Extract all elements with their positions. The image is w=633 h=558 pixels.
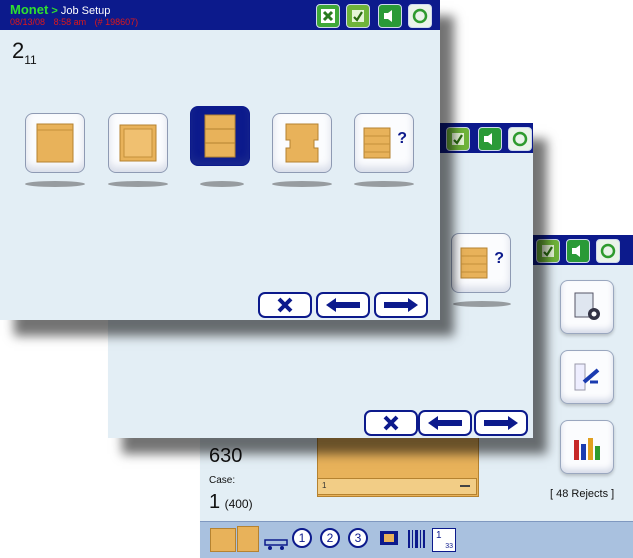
pallet-plain-icon [36,123,74,163]
case-thumbnail[interactable] [237,526,259,552]
close-icon [277,297,293,313]
pallet-slats-icon [204,114,236,158]
pallet-shadow [453,301,511,307]
layer-3-button[interactable]: 3 [348,528,370,550]
page-number: 2 [12,38,25,63]
conveyor-icon [264,539,288,550]
arrow-right-icon [484,416,518,430]
refresh-icon [512,131,528,147]
unknown-mark: ? [397,130,407,147]
speaker-icon [572,245,580,257]
door-arrow-icon [574,363,600,391]
conveyor-button[interactable] [264,528,288,550]
operator-ok-button[interactable] [446,127,470,151]
cancel-button[interactable] [258,292,312,318]
bar-chart-icon [574,438,600,460]
titlebar: Monet > Job Setup 08/13/08 8:58 am (# 19… [0,0,440,30]
document-gears-icon [574,292,600,320]
rejects-count: [ 48 Rejects ] [550,488,615,500]
arrow-right-icon [384,298,418,312]
app-brand-line: Monet > Job Setup [10,2,110,17]
operator-ok-icon [352,10,364,22]
pallet-framed-icon [119,124,157,162]
speaker-icon [384,10,392,22]
stop-button[interactable] [316,4,340,28]
arrow-left-icon [326,298,360,312]
next-button[interactable] [474,410,528,436]
case-value: 1 (400) [209,491,253,514]
speaker-button[interactable] [566,239,590,263]
pallet-shadow [25,181,85,187]
back-button[interactable] [418,410,472,436]
operator-button[interactable] [560,350,614,404]
fraction-bottom: 33 [445,543,453,550]
screen-title: Job Setup [60,5,111,17]
status-job: (# 198607) [94,17,139,27]
status-date: 08/13/08 [10,17,46,27]
count-value: 630 [209,445,243,467]
status-time: 8:58 am [53,17,87,27]
pallet-thumbnail[interactable] [210,528,236,552]
pallet-option-1[interactable] [25,113,85,173]
pallet-shadow [354,181,414,187]
operator-ok-button[interactable] [536,239,560,263]
close-icon [383,415,399,431]
layer-3-label: 3 [348,528,368,548]
layer-1-label: 1 [292,528,312,548]
next-button[interactable] [374,292,428,318]
fraction-top: 1 [436,530,442,541]
pallet-option-2[interactable] [108,113,168,173]
job-settings-button[interactable] [560,280,614,334]
page-indicator: 211 [12,38,37,67]
case-marker-left: 1 [322,481,327,490]
refresh-button[interactable] [596,239,620,263]
unknown-mark: ? [494,250,504,267]
close-icon [321,9,335,23]
refresh-icon [412,8,428,24]
refresh-button[interactable] [508,127,532,151]
case-total: (400) [224,497,253,511]
page-total: 11 [24,53,37,67]
count-fraction-button[interactable]: 1 33 [432,528,456,552]
pallet-unknown-button[interactable]: ? [451,233,511,293]
case-number: 1 [209,491,221,513]
status-line: 08/13/08 8:58 am (# 198607) [10,17,138,27]
speaker-button[interactable] [378,4,402,28]
case-marker-right [460,485,470,487]
box-icon [380,531,398,545]
pallet-shadow [108,181,168,187]
pallet-option-5[interactable]: ? [354,113,414,173]
operator-ok-icon [542,245,554,257]
box-button[interactable] [378,528,400,550]
layer-2-button[interactable]: 2 [320,528,342,550]
cancel-button[interactable] [364,410,418,436]
case-label: Case: [209,475,236,486]
operator-ok-button[interactable] [346,4,370,28]
breadcrumb-separator: > [51,5,58,17]
layer-2-label: 2 [320,528,340,548]
pallet-shadow [200,181,244,187]
back-button[interactable] [316,292,370,318]
operator-ok-icon [452,133,464,145]
refresh-button[interactable] [408,4,432,28]
pallet-option-4[interactable] [272,113,332,173]
barcode-button[interactable] [406,528,428,550]
statistics-button[interactable] [560,420,614,474]
arrow-left-icon [428,416,462,430]
barcode-icon [408,530,425,548]
layer-1-button[interactable]: 1 [292,528,314,550]
bottom-toolbar: 1 2 3 1 33 [200,521,633,558]
front-screen: Monet > Job Setup 08/13/08 8:58 am (# 19… [0,0,440,320]
pallet-notched-icon [285,123,319,163]
case-preview-bottom: 1 [317,478,477,495]
speaker-button[interactable] [478,127,502,151]
pallet-shadow [272,181,332,187]
app-brand: Monet [10,2,49,17]
pallet-option-3[interactable] [190,106,250,166]
refresh-icon [600,243,616,259]
speaker-icon [484,133,492,145]
